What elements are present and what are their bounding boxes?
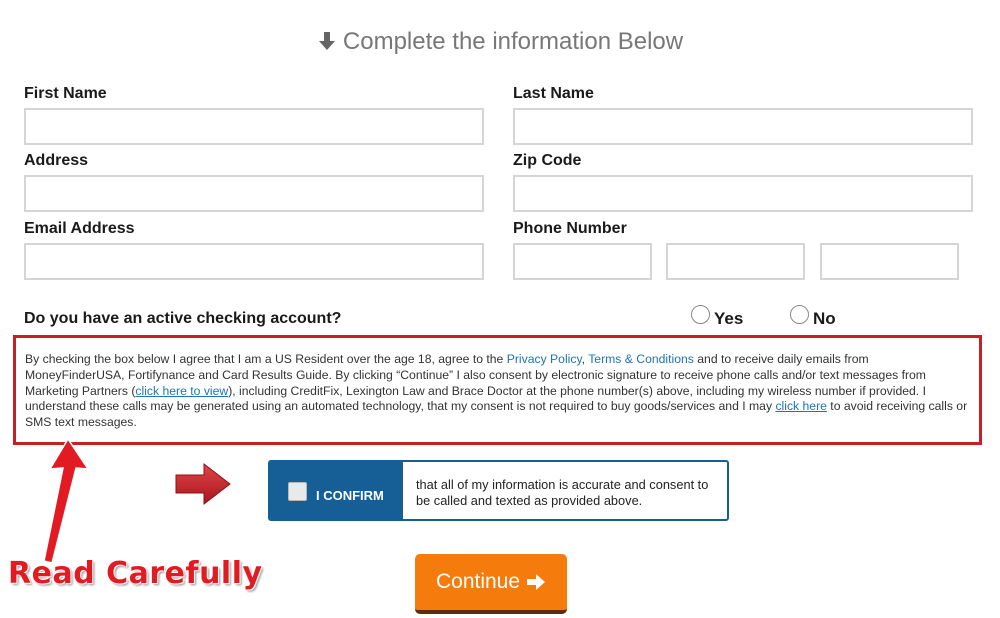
confirm-consent-box[interactable]: I CONFIRM that all of my information is … xyxy=(268,460,729,521)
email-input[interactable] xyxy=(24,243,484,280)
continue-button[interactable]: Continue xyxy=(415,554,567,614)
last-name-input[interactable] xyxy=(513,108,973,145)
confirm-description: that all of my information is accurate a… xyxy=(416,477,709,508)
zip-code-input[interactable] xyxy=(513,175,973,212)
zip-code-label: Zip Code xyxy=(513,152,582,169)
last-name-label: Last Name xyxy=(513,85,594,102)
checking-no-label[interactable]: No xyxy=(813,309,836,329)
view-partners-link[interactable]: click here to view xyxy=(135,384,228,398)
address-label: Address xyxy=(24,152,89,169)
confirm-label[interactable]: I CONFIRM xyxy=(316,488,384,503)
consent-disclaimer: By checking the box below I agree that I… xyxy=(13,335,982,445)
red-right-arrow-annotation xyxy=(175,462,231,506)
first-name-input[interactable] xyxy=(24,108,484,145)
phone-label: Phone Number xyxy=(513,220,627,237)
disclaimer-text-1: By checking the box below I agree that I… xyxy=(25,352,507,366)
opt-out-link[interactable]: click here xyxy=(775,399,826,413)
confirm-label-panel[interactable]: I CONFIRM xyxy=(270,462,403,519)
checking-yes-label[interactable]: Yes xyxy=(714,309,743,329)
address-input[interactable] xyxy=(24,175,484,212)
email-label: Email Address xyxy=(24,220,135,237)
terms-conditions-link[interactable]: Terms & Conditions xyxy=(588,352,694,366)
form-heading-text: Complete the information Below xyxy=(342,28,684,55)
red-up-arrow-annotation xyxy=(43,437,90,564)
form-heading: Complete the information Below xyxy=(0,28,1000,56)
privacy-policy-link[interactable]: Privacy Policy xyxy=(507,352,582,366)
read-carefully-annotation: Read Carefully xyxy=(8,556,263,591)
phone-prefix-input[interactable] xyxy=(666,243,805,280)
confirm-checkbox[interactable] xyxy=(288,482,307,501)
arrow-down-icon xyxy=(318,32,335,50)
arrow-right-icon xyxy=(527,574,546,590)
checking-yes-radio[interactable] xyxy=(691,305,710,324)
phone-area-code-input[interactable] xyxy=(513,243,652,280)
phone-line-input[interactable] xyxy=(820,243,959,280)
checking-account-question: Do you have an active checking account? xyxy=(24,310,342,327)
checking-no-radio[interactable] xyxy=(790,305,809,324)
continue-button-label: Continue xyxy=(435,570,521,593)
first-name-label: First Name xyxy=(24,85,107,102)
